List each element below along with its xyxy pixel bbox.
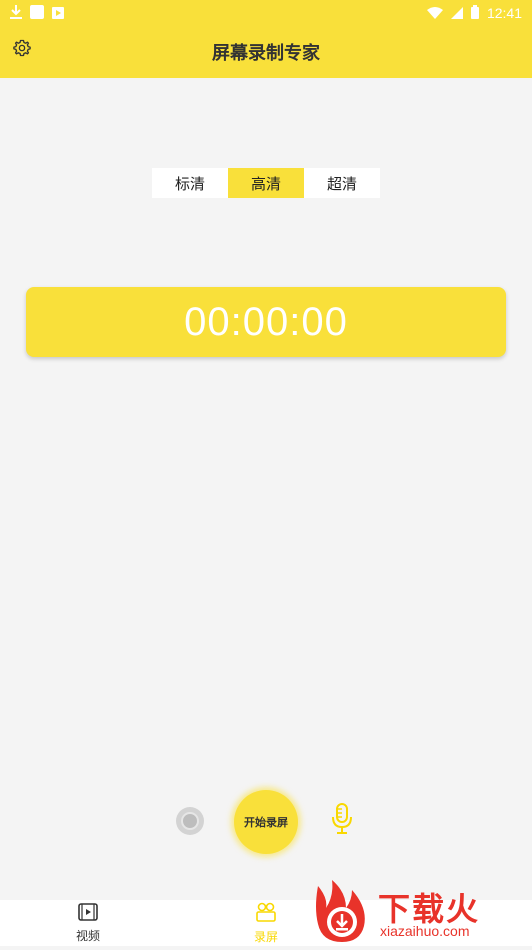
microphone-button[interactable] bbox=[329, 803, 355, 839]
flame-logo-icon bbox=[316, 880, 365, 942]
status-icons-left bbox=[10, 4, 64, 22]
watermark-url: xiazaihuo.com bbox=[380, 923, 470, 939]
camera-toggle-icon bbox=[181, 812, 199, 830]
nav-label-videos: 视频 bbox=[75, 928, 100, 943]
wifi-icon bbox=[426, 4, 443, 23]
play-app-icon bbox=[52, 4, 64, 23]
status-icons-right: 12:41 bbox=[426, 4, 522, 23]
camera-toggle-button[interactable] bbox=[176, 807, 204, 835]
video-camera-icon bbox=[255, 902, 277, 926]
timer-display: 00:00:00 bbox=[184, 299, 348, 344]
square-app-icon bbox=[30, 4, 44, 23]
nav-item-record[interactable]: 录屏 bbox=[216, 900, 316, 946]
nav-item-videos[interactable]: 视频 bbox=[38, 900, 138, 946]
status-time: 12:41 bbox=[486, 5, 522, 21]
gear-icon bbox=[13, 39, 31, 61]
start-recording-button[interactable]: 开始录屏 bbox=[234, 790, 298, 854]
signal-icon bbox=[450, 4, 463, 23]
page-title: 屏幕录制专家 bbox=[212, 43, 320, 64]
tab-high-quality[interactable]: 高清 bbox=[228, 168, 304, 198]
tab-ultra-quality[interactable]: 超清 bbox=[304, 168, 380, 198]
settings-button[interactable] bbox=[10, 38, 34, 62]
nav-label-record: 录屏 bbox=[253, 929, 278, 944]
start-recording-label: 开始录屏 bbox=[244, 816, 288, 829]
download-icon bbox=[10, 4, 22, 23]
battery-icon bbox=[470, 4, 479, 23]
video-file-icon bbox=[78, 902, 98, 925]
timer-card: 00:00:00 bbox=[26, 287, 506, 357]
microphone-icon bbox=[330, 803, 354, 839]
tab-standard-quality[interactable]: 标清 bbox=[152, 168, 228, 198]
quality-selector: 标清 高清 超清 bbox=[152, 168, 380, 198]
